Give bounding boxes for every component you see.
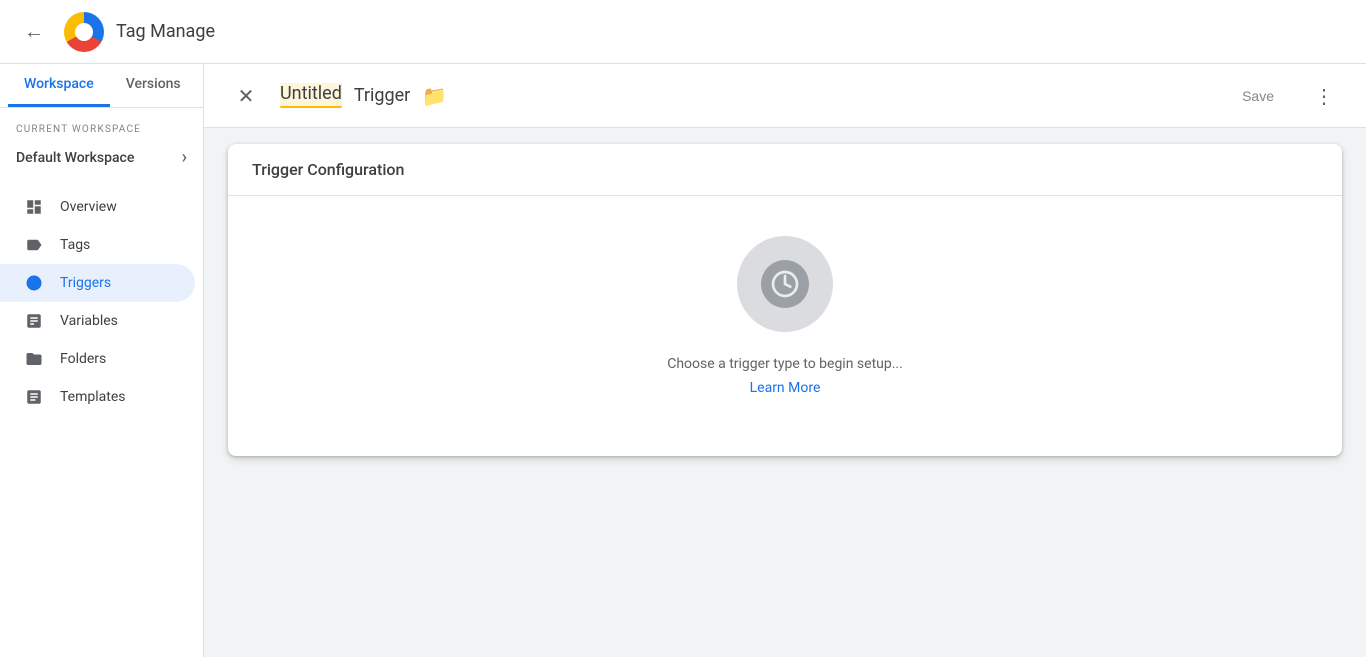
sidebar: Workspace Versions CURRENT WORKSPACE Def… bbox=[0, 64, 204, 657]
tab-versions[interactable]: Versions bbox=[110, 64, 197, 107]
back-button[interactable]: ← bbox=[16, 14, 52, 50]
workspace-section: CURRENT WORKSPACE Default Workspace › bbox=[0, 108, 203, 180]
more-options-button[interactable]: ⋮ bbox=[1306, 78, 1342, 114]
trigger-config-card: Trigger Configuration Choose a trigger t… bbox=[228, 144, 1342, 456]
sidebar-item-tags[interactable]: Tags bbox=[0, 226, 195, 264]
sidebar-item-templates[interactable]: Templates bbox=[0, 378, 195, 416]
app-logo bbox=[64, 12, 104, 52]
variables-icon bbox=[24, 312, 44, 330]
workspace-name-item[interactable]: Default Workspace › bbox=[16, 143, 187, 172]
trigger-config-title: Trigger Configuration bbox=[228, 144, 1342, 196]
learn-more-link[interactable]: Learn More bbox=[750, 380, 821, 396]
sidebar-nav: Overview Tags Triggers bbox=[0, 180, 203, 657]
dialog-actions: Save ⋮ bbox=[1226, 78, 1342, 114]
sidebar-item-folders-label: Folders bbox=[60, 351, 106, 367]
sidebar-item-tags-label: Tags bbox=[60, 237, 90, 253]
sidebar-item-templates-label: Templates bbox=[60, 389, 126, 405]
main-panel: ✕ Untitled Trigger 📁 Save ⋮ Trigger Conf… bbox=[204, 64, 1366, 657]
sidebar-item-folders[interactable]: Folders bbox=[0, 340, 195, 378]
sidebar-item-triggers-label: Triggers bbox=[60, 275, 111, 291]
workspace-name-text: Default Workspace bbox=[16, 150, 134, 166]
dialog-title-untitled[interactable]: Untitled bbox=[280, 83, 342, 108]
save-button[interactable]: Save bbox=[1226, 80, 1290, 112]
current-workspace-label: CURRENT WORKSPACE bbox=[16, 124, 187, 135]
trigger-card-body: Choose a trigger type to begin setup... … bbox=[228, 196, 1342, 456]
app-bar-left: ← Tag Manage bbox=[16, 12, 216, 52]
overview-icon bbox=[24, 198, 44, 216]
templates-icon bbox=[24, 388, 44, 406]
sidebar-item-overview[interactable]: Overview bbox=[0, 188, 195, 226]
trigger-hint-text: Choose a trigger type to begin setup... bbox=[667, 356, 903, 372]
app-title: Tag Manage bbox=[116, 21, 215, 42]
folders-icon bbox=[24, 350, 44, 368]
folder-icon[interactable]: 📁 bbox=[422, 84, 447, 108]
sidebar-item-variables-label: Variables bbox=[60, 313, 118, 329]
content-area: Workspace Versions CURRENT WORKSPACE Def… bbox=[0, 64, 1366, 657]
dialog-header: ✕ Untitled Trigger 📁 Save ⋮ bbox=[204, 64, 1366, 128]
app-bar: ← Tag Manage bbox=[0, 0, 1366, 64]
chevron-right-icon: › bbox=[182, 147, 187, 168]
dialog-title-area: Untitled Trigger 📁 bbox=[280, 83, 1226, 108]
trigger-icon-circle[interactable] bbox=[737, 236, 833, 332]
close-button[interactable]: ✕ bbox=[228, 78, 264, 114]
tab-workspace[interactable]: Workspace bbox=[8, 64, 110, 107]
dialog-title-trigger: Trigger bbox=[354, 85, 410, 106]
sidebar-tabs: Workspace Versions bbox=[0, 64, 203, 108]
sidebar-item-overview-label: Overview bbox=[60, 199, 117, 215]
triggers-icon bbox=[24, 274, 44, 292]
trigger-icon-inner bbox=[761, 260, 809, 308]
sidebar-item-triggers[interactable]: Triggers bbox=[0, 264, 195, 302]
tags-icon bbox=[24, 236, 44, 254]
sidebar-item-variables[interactable]: Variables bbox=[0, 302, 195, 340]
app-logo-center bbox=[75, 23, 93, 41]
